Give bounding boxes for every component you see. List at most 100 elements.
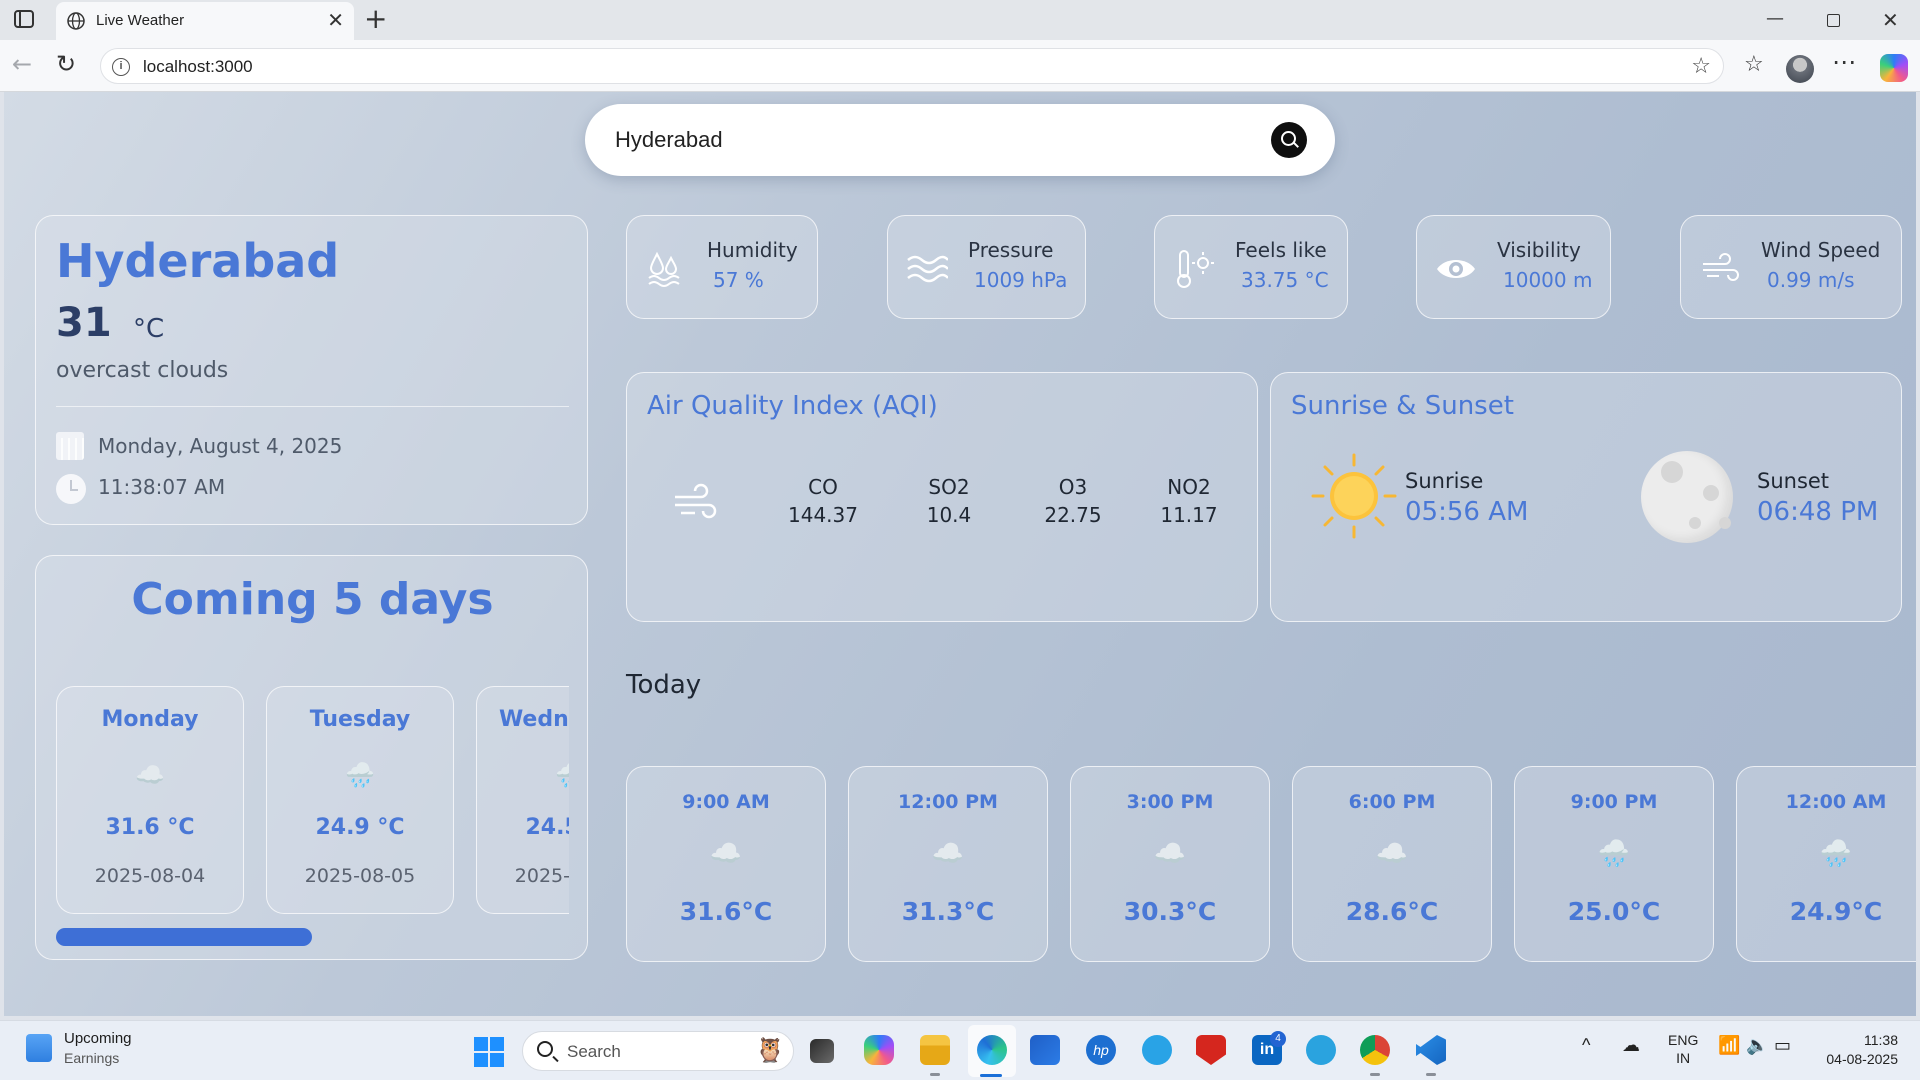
wind-speed-value: 0.99 m/s: [1767, 268, 1855, 292]
forecast-day-date: 2025-08-05: [304, 865, 416, 887]
back-icon[interactable]: ←: [12, 50, 32, 78]
copilot-icon[interactable]: [1880, 54, 1908, 82]
forecast-day-name: Tuesday: [309, 707, 411, 732]
hour-time: 6:00 PM: [1348, 791, 1436, 813]
restore-icon[interactable]: [1827, 14, 1840, 27]
visibility-label: Visibility: [1497, 238, 1581, 262]
forecast-day-name: Wednesday: [498, 707, 569, 732]
weather-description: overcast clouds: [56, 358, 229, 383]
pressure-card: Pressure 1009 hPa: [887, 215, 1086, 319]
clock-date: 04-08-2025: [1826, 1051, 1898, 1067]
volume-icon[interactable]: 🔈: [1746, 1035, 1768, 1056]
forecast-day-card: Tuesday 🌧️ 24.9 °C 2025-08-05: [266, 686, 454, 914]
pollutant-name: NO2: [1167, 475, 1211, 499]
humidity-value: 57 %: [713, 268, 764, 292]
stocks-widget-icon[interactable]: [26, 1034, 52, 1062]
hour-temp: 31.6°C: [679, 897, 773, 926]
visibility-card: Visibility 10000 m: [1416, 215, 1611, 319]
hour-time: 9:00 AM: [682, 791, 770, 813]
system-clock[interactable]: 11:38 04-08-2025: [1818, 1031, 1898, 1069]
url-text[interactable]: localhost:3000: [143, 57, 253, 77]
aqi-co: CO 144.37: [763, 475, 883, 527]
cloud-icon: ☁️: [1153, 839, 1187, 869]
sunset-label: Sunset: [1757, 469, 1830, 493]
forecast-day-temp: 31.6 °C: [105, 815, 195, 840]
pollutant-value: 144.37: [788, 503, 858, 527]
forecast-day-date: 2025-08-06: [514, 865, 569, 887]
sync-status-icon[interactable]: ☁: [1622, 1035, 1640, 1056]
assistant-app-icon[interactable]: [1142, 1035, 1172, 1065]
address-bar[interactable]: i localhost:3000 ☆: [100, 48, 1724, 84]
more-options-icon[interactable]: ⋯: [1832, 48, 1856, 76]
mcafee-icon[interactable]: [1196, 1035, 1226, 1065]
vscode-icon[interactable]: [1416, 1035, 1446, 1065]
search-icon: [537, 1041, 553, 1057]
current-weather-card: Hyderabad 31 °C overcast clouds Monday, …: [35, 215, 588, 525]
clock-time: 11:38: [1864, 1032, 1898, 1048]
edge-browser-icon[interactable]: [977, 1035, 1007, 1065]
feels-like-label: Feels like: [1235, 238, 1327, 262]
windows-start-icon[interactable]: [474, 1037, 504, 1067]
moon-crater: [1703, 485, 1719, 501]
aqi-card: Air Quality Index (AQI) CO 144.37 SO2 10…: [626, 372, 1258, 622]
hp-icon[interactable]: hp: [1086, 1035, 1116, 1065]
widget-title[interactable]: Upcoming: [64, 1030, 132, 1047]
chevron-up-icon[interactable]: ^: [1582, 1035, 1590, 1056]
sun-title: Sunrise & Sunset: [1291, 391, 1514, 421]
rain-cloud-icon: 🌧️: [345, 761, 375, 789]
reload-icon[interactable]: ↻: [56, 50, 76, 78]
widget-subtitle[interactable]: Earnings: [64, 1050, 119, 1066]
browser-tab-strip: Live Weather ✕ + — ✕: [0, 0, 1920, 40]
search-icon[interactable]: [1271, 122, 1307, 158]
site-info-icon[interactable]: i: [112, 58, 130, 76]
wifi-icon[interactable]: 📶: [1718, 1035, 1740, 1056]
aqi-no2: NO2 11.17: [1129, 475, 1249, 527]
pressure-icon: [907, 255, 948, 283]
tab-actions-icon[interactable]: [14, 10, 34, 28]
active-indicator: [980, 1074, 1002, 1077]
pollutant-value: 11.17: [1160, 503, 1218, 527]
current-date: Monday, August 4, 2025: [98, 434, 343, 458]
hourly-card: 9:00 AM ☁️ 31.6°C: [626, 766, 826, 962]
profile-avatar[interactable]: [1786, 55, 1814, 83]
cloud-icon: ☁️: [135, 761, 165, 789]
address-bar-row: ← ↻ i localhost:3000 ☆: [0, 40, 1920, 92]
microsoft-store-icon[interactable]: [1030, 1035, 1060, 1065]
pollutant-name: O3: [1058, 475, 1088, 499]
hour-temp: 30.3°C: [1123, 897, 1217, 926]
city-search-input[interactable]: [615, 122, 1235, 158]
close-tab-icon[interactable]: ✕: [327, 9, 344, 31]
favorites-icon[interactable]: ☆: [1744, 52, 1764, 77]
pressure-value: 1009 hPa: [974, 268, 1068, 292]
close-window-icon[interactable]: ✕: [1882, 8, 1899, 32]
forecast-day-date: 2025-08-04: [94, 865, 206, 887]
copilot-app-icon[interactable]: [864, 1035, 894, 1065]
running-indicator: [1370, 1073, 1380, 1076]
battery-icon[interactable]: ▭: [1774, 1035, 1791, 1056]
hourly-card: 12:00 PM ☁️ 31.3°C: [848, 766, 1048, 962]
pollutant-value: 22.75: [1044, 503, 1102, 527]
wind-speed-card: Wind Speed 0.99 m/s: [1680, 215, 1902, 319]
today-title: Today: [626, 670, 702, 700]
favorite-star-icon[interactable]: ☆: [1691, 54, 1711, 79]
taskbar-search[interactable]: Search 🦉: [522, 1031, 794, 1071]
rain-cloud-icon: 🌧️: [1597, 839, 1631, 869]
language-indicator[interactable]: ENG IN: [1668, 1031, 1698, 1067]
aqi-so2: SO2 10.4: [889, 475, 1009, 527]
pollutant-name: CO: [808, 475, 838, 499]
chrome-icon[interactable]: [1360, 1035, 1390, 1065]
forecast-scrollbar[interactable]: [56, 928, 312, 946]
current-time: 11:38:07 AM: [98, 475, 226, 499]
task-view-icon[interactable]: [810, 1039, 834, 1063]
forecast-title: Coming 5 days: [131, 574, 494, 625]
forecast-scroll-area[interactable]: Monday ☁️ 31.6 °C 2025-08-04 Tuesday 🌧️ …: [56, 686, 569, 916]
wind-icon: [675, 483, 717, 519]
forecast-day-card: Wednesday 🌧️ 24.5 °C 2025-08-06: [476, 686, 569, 914]
sunrise-time: 05:56 AM: [1405, 497, 1529, 527]
new-tab-icon[interactable]: +: [364, 4, 387, 34]
city-name: Hyderabad: [56, 234, 340, 288]
browser-tab[interactable]: Live Weather ✕: [56, 2, 354, 40]
file-explorer-icon[interactable]: [920, 1035, 950, 1065]
minimize-icon[interactable]: —: [1766, 8, 1784, 29]
telegram-icon[interactable]: [1306, 1035, 1336, 1065]
